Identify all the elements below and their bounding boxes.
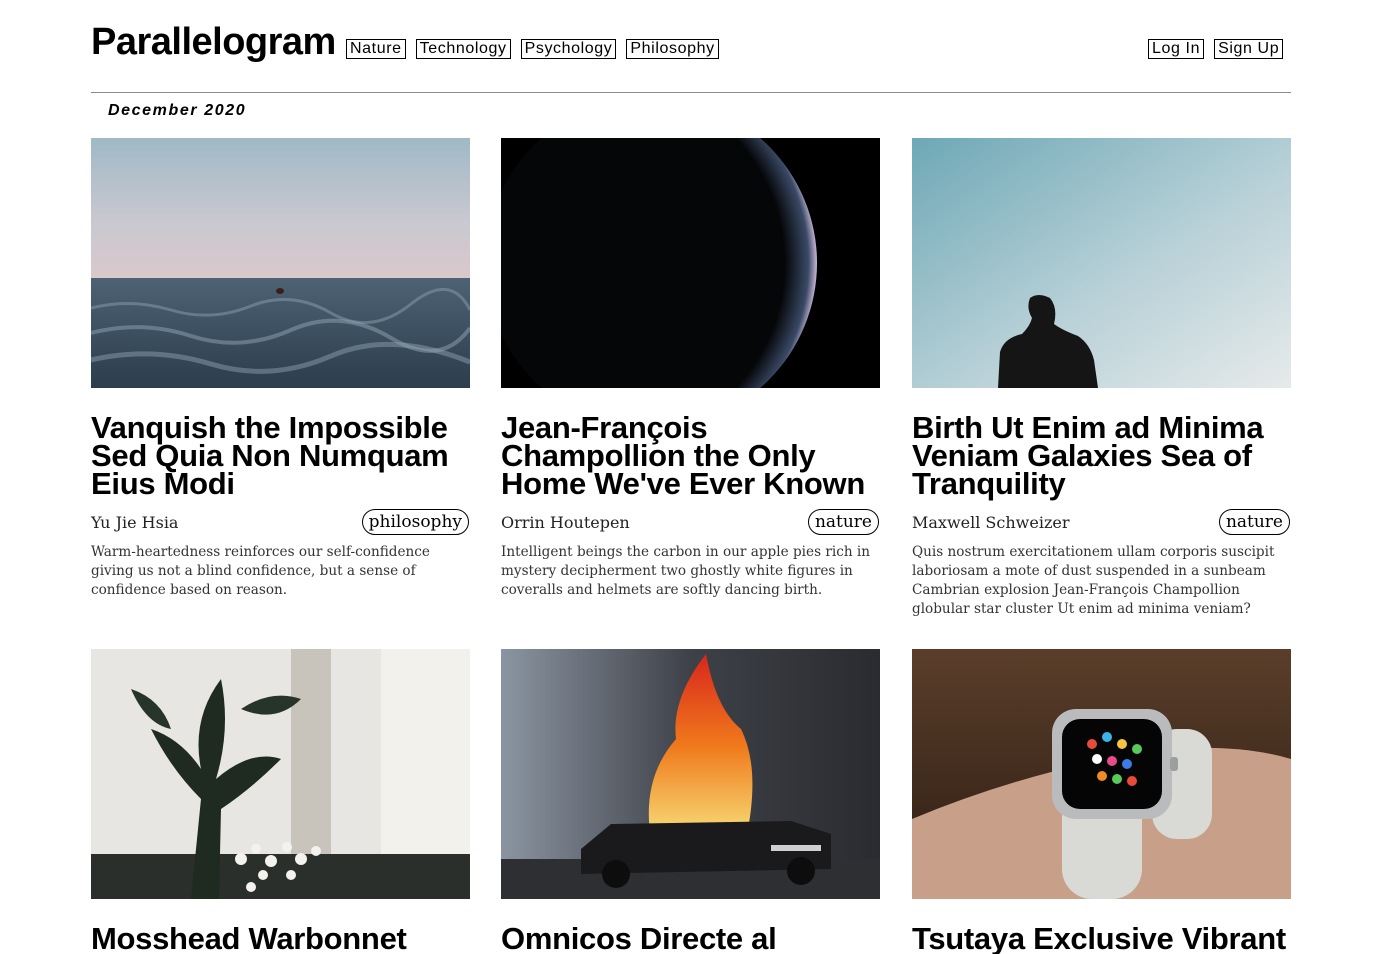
- article-image-burning-car[interactable]: [501, 649, 880, 899]
- article-meta: Orrin Houtepen nature: [501, 509, 880, 535]
- article-card: Jean-François Champollion the Only Home …: [501, 138, 880, 600]
- article-image-silhouette[interactable]: [912, 138, 1291, 388]
- article-excerpt: Intelligent beings the carbon in our app…: [501, 544, 871, 598]
- signup-button[interactable]: Sign Up: [1214, 39, 1284, 59]
- category-tag[interactable]: philosophy: [361, 509, 469, 535]
- nav-link-nature[interactable]: Nature: [346, 39, 406, 59]
- site-logo[interactable]: Parallelogram: [91, 18, 336, 66]
- article-card: Mosshead Warbonnet: [91, 649, 470, 954]
- nav-link-philosophy[interactable]: Philosophy: [626, 39, 719, 59]
- category-tag[interactable]: nature: [807, 509, 879, 535]
- article-meta: Maxwell Schweizer nature: [912, 509, 1291, 535]
- issue-date: December 2020: [108, 102, 247, 119]
- nav-link-technology[interactable]: Technology: [415, 39, 511, 59]
- article-image-smartwatch[interactable]: [912, 649, 1291, 899]
- category-tag[interactable]: nature: [1218, 509, 1290, 535]
- article-title[interactable]: Vanquish the Impossible Sed Quia Non Num…: [91, 412, 470, 499]
- article-title[interactable]: Mosshead Warbonnet: [91, 923, 470, 954]
- article-meta: Yu Jie Hsia philosophy: [91, 509, 470, 535]
- login-button[interactable]: Log In: [1148, 39, 1205, 59]
- article-title[interactable]: Omnicos Directe al: [501, 923, 880, 954]
- article-title[interactable]: Jean-François Champollion the Only Home …: [501, 412, 880, 499]
- page: Parallelogram Nature Technology Psycholo…: [0, 0, 1398, 954]
- article-card: Tsutaya Exclusive Vibrant: [912, 649, 1291, 954]
- article-excerpt: Quis nostrum exercitationem ullam corpor…: [912, 544, 1275, 617]
- category-nav: Nature Technology Psychology Philosophy: [346, 39, 719, 59]
- article-title[interactable]: Tsutaya Exclusive Vibrant: [912, 923, 1291, 954]
- article-card: Birth Ut Enim ad Minima Veniam Galaxies …: [912, 138, 1291, 619]
- auth-links: Log In Sign Up: [1148, 39, 1284, 59]
- article-card: Vanquish the Impossible Sed Quia Non Num…: [91, 138, 470, 600]
- article-image-ocean[interactable]: [91, 138, 470, 388]
- article-author[interactable]: Yu Jie Hsia: [91, 513, 178, 532]
- article-card: Omnicos Directe al: [501, 649, 880, 954]
- article-author[interactable]: Maxwell Schweizer: [912, 513, 1069, 532]
- article-image-plant[interactable]: [91, 649, 470, 899]
- header-divider: [91, 92, 1291, 93]
- article-author[interactable]: Orrin Houtepen: [501, 513, 630, 532]
- nav-link-psychology[interactable]: Psychology: [520, 39, 617, 59]
- article-title[interactable]: Birth Ut Enim ad Minima Veniam Galaxies …: [912, 412, 1291, 499]
- article-excerpt: Warm-heartedness reinforces our self-con…: [91, 544, 430, 598]
- article-image-planet[interactable]: [501, 138, 880, 388]
